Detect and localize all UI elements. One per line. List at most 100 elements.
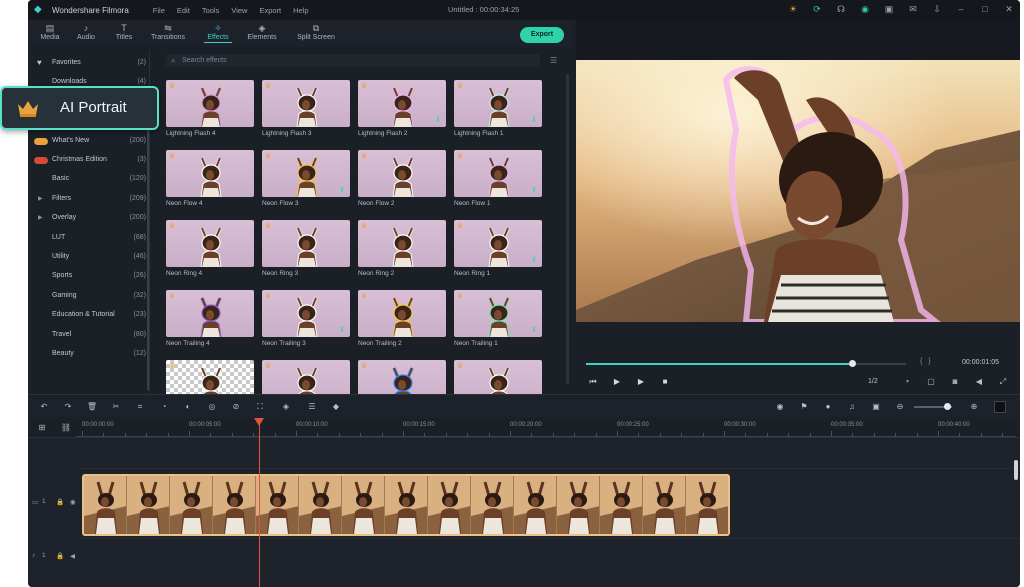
effect-tile[interactable]: ♛ Neon Ring 2 xyxy=(358,220,446,277)
download-icon[interactable]: ⬇ xyxy=(531,256,537,264)
chevron-down-icon[interactable]: ▾ xyxy=(906,378,909,385)
playhead-handle[interactable] xyxy=(254,418,264,426)
zoom-out-icon[interactable]: ⊖ xyxy=(894,401,906,413)
effect-tile[interactable]: ♛ Neon Trailing 2 xyxy=(358,290,446,347)
effect-tile[interactable]: ♛ Neon Flow 4 xyxy=(166,150,254,207)
voiceover-icon[interactable]: ● xyxy=(822,401,834,413)
tab-media[interactable]: ▤ Media xyxy=(30,22,70,41)
mark-in-out-icon[interactable]: { } xyxy=(920,358,931,365)
motion-icon[interactable]: ◆ xyxy=(330,401,342,413)
sync-icon[interactable]: ⟳ xyxy=(812,3,822,15)
category-item[interactable]: LUT (68) xyxy=(28,229,150,248)
effect-tile[interactable]: ♛ Lightning Flash 4 xyxy=(166,80,254,137)
menu-view[interactable]: View xyxy=(231,6,247,15)
keyframe-icon[interactable]: ◈ xyxy=(280,401,292,413)
close-icon[interactable]: ✕ xyxy=(1004,3,1014,15)
bulb-icon[interactable]: ☀ xyxy=(788,3,798,15)
marker-icon[interactable]: ⚑ xyxy=(798,401,810,413)
category-item[interactable]: Sports (26) xyxy=(28,267,150,286)
category-item[interactable]: Beauty (12) xyxy=(28,345,150,364)
fit-icon[interactable]: ⛶ xyxy=(254,401,266,413)
ai-portrait-callout[interactable]: AI Portrait xyxy=(0,86,159,130)
zoom-in-icon[interactable]: ⊕ xyxy=(968,401,980,413)
preview-quality-select[interactable]: 1/2 xyxy=(868,378,878,385)
tab-audio[interactable]: ♪ Audio xyxy=(66,22,106,41)
category-item[interactable]: Education & Tutorial (23) xyxy=(28,306,150,325)
download-icon[interactable]: ⬇ xyxy=(435,116,441,124)
timeline-scrollbar[interactable] xyxy=(1014,460,1018,480)
menu-tools[interactable]: Tools xyxy=(202,6,220,15)
stabilize-icon[interactable]: ◎ xyxy=(206,401,218,413)
download-icon[interactable]: ⬇ xyxy=(531,186,537,194)
effect-tile[interactable]: ♛ Neon Ring 3 xyxy=(262,220,350,277)
zoom-slider-knob[interactable] xyxy=(944,403,951,410)
adjust-icon[interactable]: ☰ xyxy=(306,401,318,413)
fullscreen-icon[interactable]: ⤢ xyxy=(998,377,1008,387)
effect-tile[interactable]: ♛ Neon Ring 4 xyxy=(166,220,254,277)
stop-icon[interactable]: ■ xyxy=(660,377,670,387)
account-icon[interactable]: ◉ xyxy=(860,3,870,15)
minimize-icon[interactable]: – xyxy=(956,3,966,15)
playhead[interactable] xyxy=(259,418,260,587)
timeline-ruler[interactable]: ⊞ ⛓ 00:00:00:00 00:00:05:00 00:00:10:00 00:… xyxy=(28,418,1020,438)
category-item[interactable]: ♥ Favorites (2) xyxy=(28,54,150,73)
notification-icon[interactable]: ✉ xyxy=(908,3,918,15)
tab-elements[interactable]: ◈ Elements xyxy=(242,22,282,41)
crop-icon[interactable]: ⌗ xyxy=(134,401,146,413)
download-icon[interactable]: ⇩ xyxy=(932,3,942,15)
menu-export[interactable]: Export xyxy=(259,6,281,15)
delete-icon[interactable]: 🗑 xyxy=(86,401,98,413)
search-input[interactable]: ⌕ Search effects xyxy=(166,54,540,67)
effect-tile[interactable]: ♛ Neon Trailing 4 xyxy=(166,290,254,347)
maximize-icon[interactable]: □ xyxy=(980,3,990,15)
speed-icon[interactable]: ◔ xyxy=(158,401,170,413)
menu-edit[interactable]: Edit xyxy=(177,6,190,15)
category-item[interactable]: Travel (80) xyxy=(28,326,150,345)
save-icon[interactable]: ▣ xyxy=(884,3,894,15)
tab-effects[interactable]: ✧ Effects xyxy=(198,22,238,43)
category-item[interactable]: Utility (46) xyxy=(28,248,150,267)
add-track-icon[interactable]: ⊞ xyxy=(36,422,48,434)
effect-tile[interactable]: ♛ ⬇ Neon Flow 1 xyxy=(454,150,542,207)
volume-icon[interactable]: ◀ xyxy=(974,377,984,387)
effect-tile[interactable]: ♛ ⬇ Neon Ring 1 xyxy=(454,220,542,277)
eye-icon[interactable]: ◉ xyxy=(70,498,76,506)
download-icon[interactable]: ⬇ xyxy=(531,326,537,334)
video-clip[interactable] xyxy=(82,474,730,536)
audio-mixer-icon[interactable]: ♫ xyxy=(846,401,858,413)
effect-tile[interactable]: ♛ ⬇ Lightning Flash 1 xyxy=(454,80,542,137)
download-icon[interactable]: ⬇ xyxy=(531,116,537,124)
tab-titles[interactable]: T Titles xyxy=(104,22,144,41)
effect-tile[interactable]: ♛ ⬇ Neon Flow 3 xyxy=(262,150,350,207)
menu-file[interactable]: File xyxy=(153,6,165,15)
undo-icon[interactable]: ↶ xyxy=(38,401,50,413)
mask-icon[interactable]: ⊘ xyxy=(230,401,242,413)
play-icon[interactable]: ▶ xyxy=(636,377,646,387)
category-item[interactable]: Basic (120) xyxy=(28,170,150,189)
previous-frame-icon[interactable]: ⏮ xyxy=(588,377,598,387)
lock-icon[interactable]: 🔒 xyxy=(56,552,64,560)
lock-icon[interactable]: 🔒 xyxy=(56,498,64,506)
expand-arrow-icon[interactable]: ▶ xyxy=(38,214,43,221)
link-icon[interactable]: ⛓ xyxy=(60,422,72,434)
effect-tile[interactable]: ♛ ⬇ Neon Trailing 3 xyxy=(262,290,350,347)
tab-transitions[interactable]: ⇋ Transitions xyxy=(148,22,188,41)
category-item[interactable]: What's New (200) xyxy=(28,132,150,151)
headset-icon[interactable]: ☊ xyxy=(836,3,846,15)
category-item[interactable]: Christmas Edition (3) xyxy=(28,151,150,170)
expand-arrow-icon[interactable]: ▶ xyxy=(38,195,43,202)
menu-help[interactable]: Help xyxy=(293,6,308,15)
preview-progress-bar[interactable] xyxy=(586,360,906,367)
redo-icon[interactable]: ↷ xyxy=(62,401,74,413)
color-icon[interactable]: ◐ xyxy=(182,401,194,413)
effect-tile[interactable]: ♛ ⬇ Neon Trailing 1 xyxy=(454,290,542,347)
effect-tile[interactable]: ♛ ⬇ Lightning Flash 2 xyxy=(358,80,446,137)
render-preview-icon[interactable]: ▢ xyxy=(926,377,936,387)
category-item[interactable]: Gaming (32) xyxy=(28,287,150,306)
cut-icon[interactable]: ✂ xyxy=(110,401,122,413)
snapshot-icon[interactable]: ◙ xyxy=(950,377,960,387)
render-icon[interactable]: ◉ xyxy=(774,401,786,413)
category-item[interactable]: ▶ Filters (209) xyxy=(28,190,150,209)
speaker-icon[interactable]: ◀ xyxy=(70,552,75,560)
effect-tile[interactable]: ♛ Lightning Flash 3 xyxy=(262,80,350,137)
